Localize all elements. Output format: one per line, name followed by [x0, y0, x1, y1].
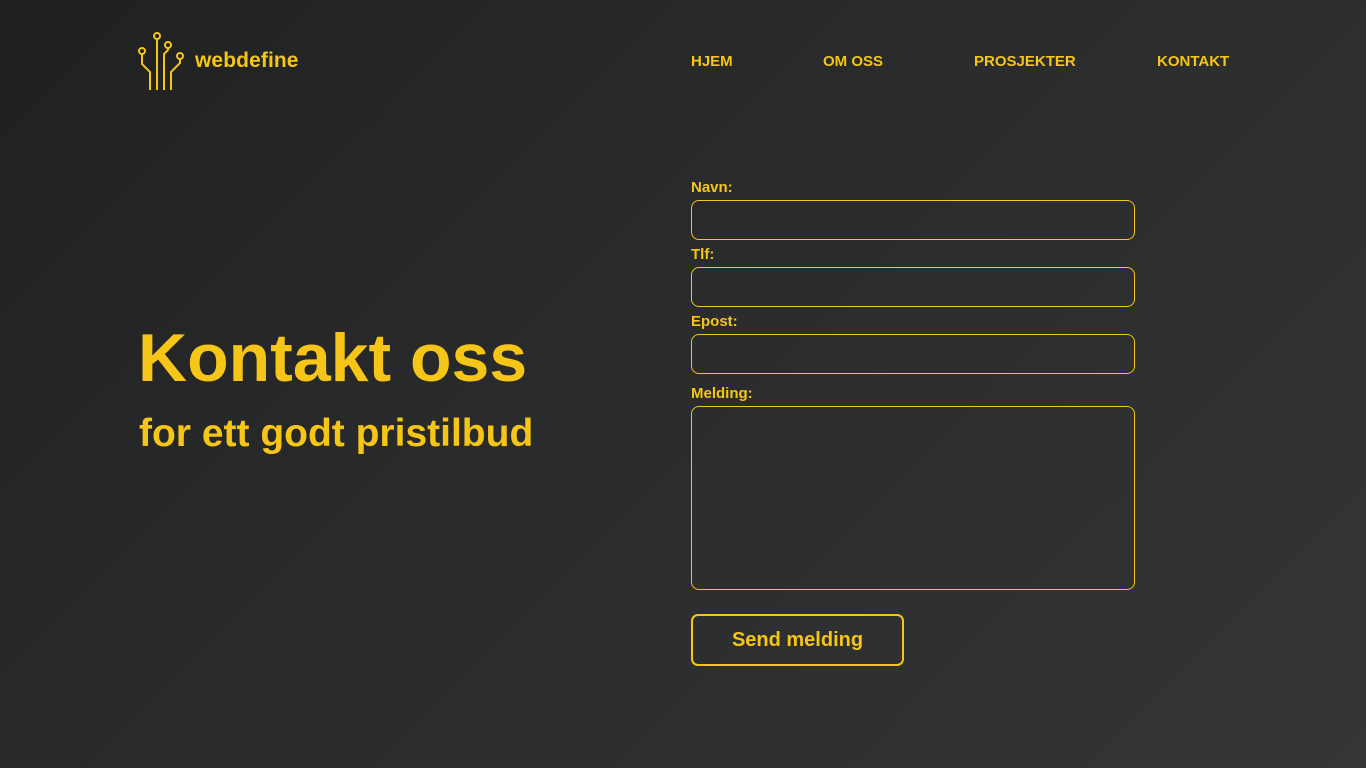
email-group: Epost:	[691, 312, 1135, 374]
nav-item-prosjekter[interactable]: PROSJEKTER	[974, 53, 1076, 70]
nav-item-kontakt[interactable]: KONTAKT	[1157, 53, 1229, 70]
name-group: Navn:	[691, 178, 1135, 240]
email-field[interactable]	[691, 334, 1135, 374]
email-label: Epost:	[691, 313, 738, 330]
name-field[interactable]	[691, 200, 1135, 240]
phone-field[interactable]	[691, 267, 1135, 307]
nav-item-om-oss[interactable]: OM OSS	[823, 53, 883, 70]
message-field[interactable]	[691, 406, 1135, 590]
page-title: Kontakt oss	[138, 320, 528, 396]
name-label: Navn:	[691, 179, 733, 196]
message-label: Melding:	[691, 385, 753, 402]
page-subtitle: for ett godt pristilbud	[139, 412, 534, 455]
message-group: Melding:	[691, 384, 1135, 590]
phone-label: Tlf:	[691, 246, 715, 263]
main-nav: HJEM OM OSS PROSJEKTER KONTAKT	[0, 53, 1366, 73]
phone-group: Tlf:	[691, 245, 1135, 307]
send-button[interactable]: Send melding	[691, 614, 904, 666]
nav-item-hjem[interactable]: HJEM	[691, 53, 733, 70]
